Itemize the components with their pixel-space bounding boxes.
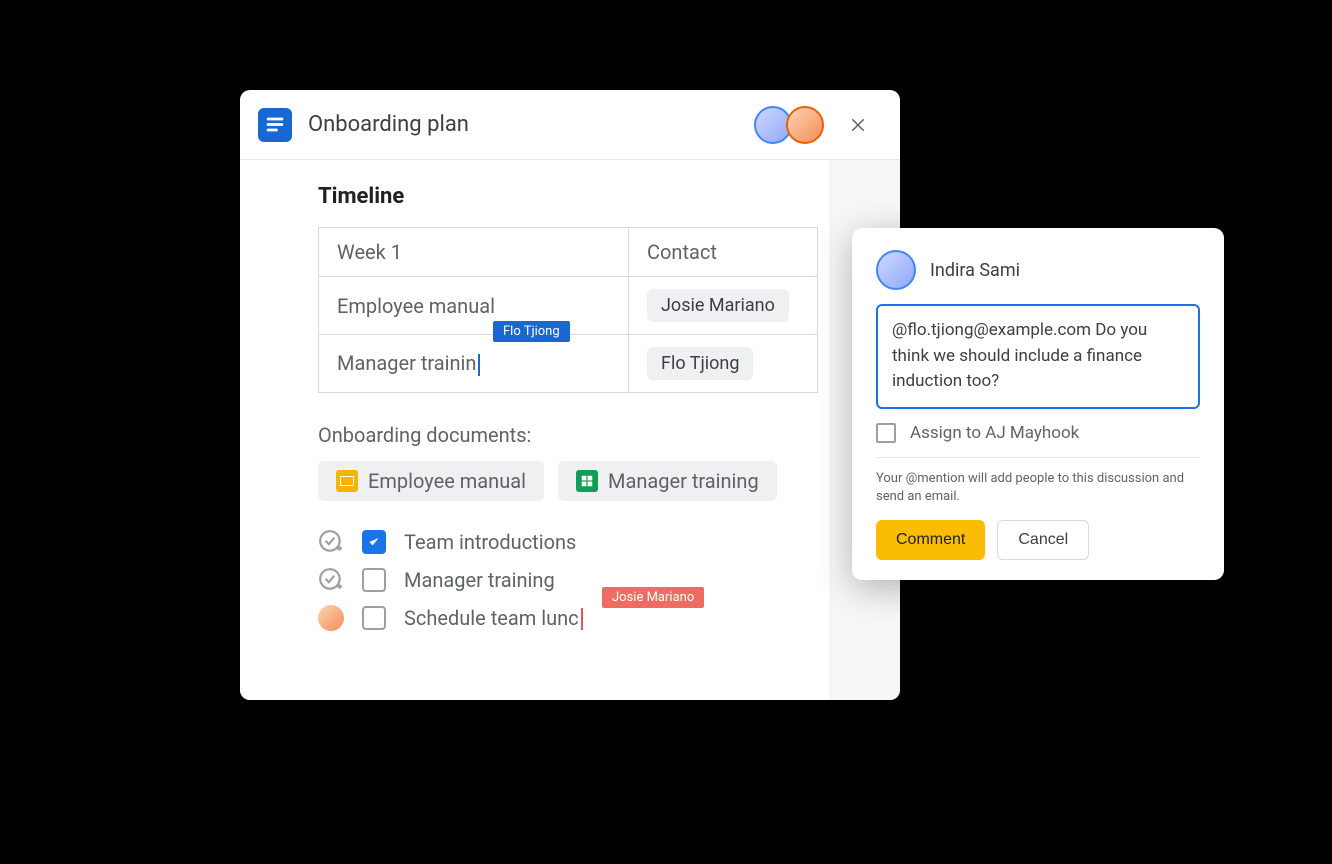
section-heading: Timeline [318, 184, 830, 209]
documents-label: Onboarding documents: [318, 423, 830, 447]
left-margin [240, 160, 318, 700]
document-chips-row: Employee manual Manager training [318, 461, 830, 501]
assign-row[interactable]: Assign to AJ Mayhook [876, 423, 1200, 458]
assign-task-icon[interactable] [318, 529, 344, 555]
sheets-icon [576, 470, 598, 492]
sheets-chip[interactable]: Manager training [558, 461, 777, 501]
partial-text: Schedule team lunc [404, 606, 579, 630]
text-caret-icon [478, 354, 480, 376]
slides-icon [336, 470, 358, 492]
comment-author-name: Indira Sami [930, 260, 1020, 281]
comment-buttons: Comment Cancel [876, 520, 1200, 560]
table-cell[interactable]: Employee manual [319, 277, 629, 335]
checkbox-checked[interactable] [362, 530, 386, 554]
comment-author-avatar[interactable] [876, 250, 916, 290]
docs-logo-icon [258, 108, 292, 142]
contact-chip[interactable]: Josie Mariano [647, 289, 789, 322]
document-window: Onboarding plan Timeline Week 1 Contact … [240, 90, 900, 700]
presence-avatars [754, 106, 824, 144]
assign-label: Assign to AJ Mayhook [910, 423, 1079, 443]
task-label[interactable]: Manager training [404, 568, 555, 592]
avatar-user-2[interactable] [786, 106, 824, 144]
task-row: Manager training [318, 567, 830, 593]
mention-hint-text: Your @mention will add people to this di… [876, 470, 1200, 506]
table-cell[interactable]: Flo Tjiong [629, 335, 818, 393]
cancel-button[interactable]: Cancel [997, 520, 1089, 560]
contact-chip[interactable]: Flo Tjiong [647, 347, 753, 380]
close-button[interactable] [840, 107, 876, 143]
checkbox-unchecked[interactable] [362, 606, 386, 630]
comment-header: Indira Sami [876, 250, 1200, 290]
document-header: Onboarding plan [240, 90, 900, 160]
text-caret-icon [581, 608, 583, 630]
assign-task-icon[interactable] [318, 567, 344, 593]
collab-cursor-label: Flo Tjiong [493, 321, 570, 342]
comment-button[interactable]: Comment [876, 520, 985, 560]
collab-cursor-label: Josie Mariano [602, 587, 704, 608]
task-label-editing[interactable]: Schedule team lunc [404, 606, 583, 631]
document-content[interactable]: Timeline Week 1 Contact Employee manual … [318, 160, 830, 700]
chip-label: Manager training [608, 469, 759, 493]
partial-text: Manager trainin [337, 351, 476, 375]
comment-popup: Indira Sami @flo.tjiong@example.com Do y… [852, 228, 1224, 580]
document-title[interactable]: Onboarding plan [308, 112, 754, 137]
slides-chip[interactable]: Employee manual [318, 461, 544, 501]
comment-input[interactable]: @flo.tjiong@example.com Do you think we … [876, 304, 1200, 409]
task-row: Schedule team lunc Josie Mariano [318, 605, 830, 631]
assign-checkbox[interactable] [876, 423, 896, 443]
table-cell[interactable]: Josie Mariano [629, 277, 818, 335]
task-row: Team introductions [318, 529, 830, 555]
assignee-avatar[interactable] [318, 605, 344, 631]
timeline-table[interactable]: Week 1 Contact Employee manual Josie Mar… [318, 227, 818, 393]
document-body: Timeline Week 1 Contact Employee manual … [240, 160, 900, 700]
table-row: Week 1 Contact [319, 228, 818, 277]
task-label[interactable]: Team introductions [404, 530, 576, 554]
checkbox-unchecked[interactable] [362, 568, 386, 592]
table-header-cell[interactable]: Contact [629, 228, 818, 277]
table-cell-editing[interactable]: Manager trainin Flo Tjiong [319, 335, 629, 393]
table-header-cell[interactable]: Week 1 [319, 228, 629, 277]
table-row: Manager trainin Flo Tjiong Flo Tjiong [319, 335, 818, 393]
chip-label: Employee manual [368, 469, 526, 493]
